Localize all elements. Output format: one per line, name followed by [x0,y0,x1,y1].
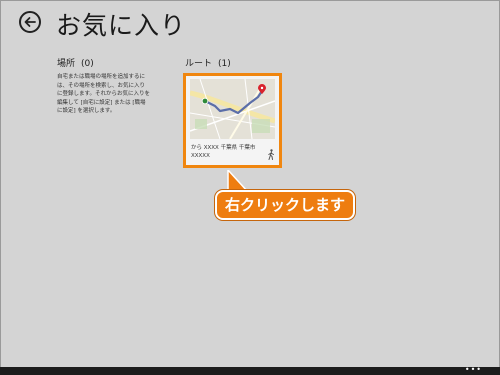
back-button[interactable] [19,11,41,33]
back-arrow-icon [24,17,36,27]
routes-count: (1) [218,59,231,69]
route-tile[interactable]: から XXXX 千葉県 千葉市 XXXXX [183,73,282,168]
places-label: 場所 [57,59,76,69]
routes-label: ルート [185,59,213,69]
places-description: 自宅または職場の場所を追加するには、その場所を検索し、お気に入りに登録します。そ… [57,74,150,114]
places-section-header: 場所 (0) [57,56,100,69]
places-count: (0) [81,59,94,69]
routes-section-header: ルート (1) [185,56,237,69]
instruction-callout: 右クリックします [215,190,355,220]
route-map-thumbnail [190,79,275,139]
app-bar: ••• [0,366,500,375]
page-title: お気に入り [56,11,187,40]
walk-icon [268,149,274,160]
more-button[interactable]: ••• [465,366,482,374]
route-description: から XXXX 千葉県 千葉市 XXXXX [191,145,256,159]
